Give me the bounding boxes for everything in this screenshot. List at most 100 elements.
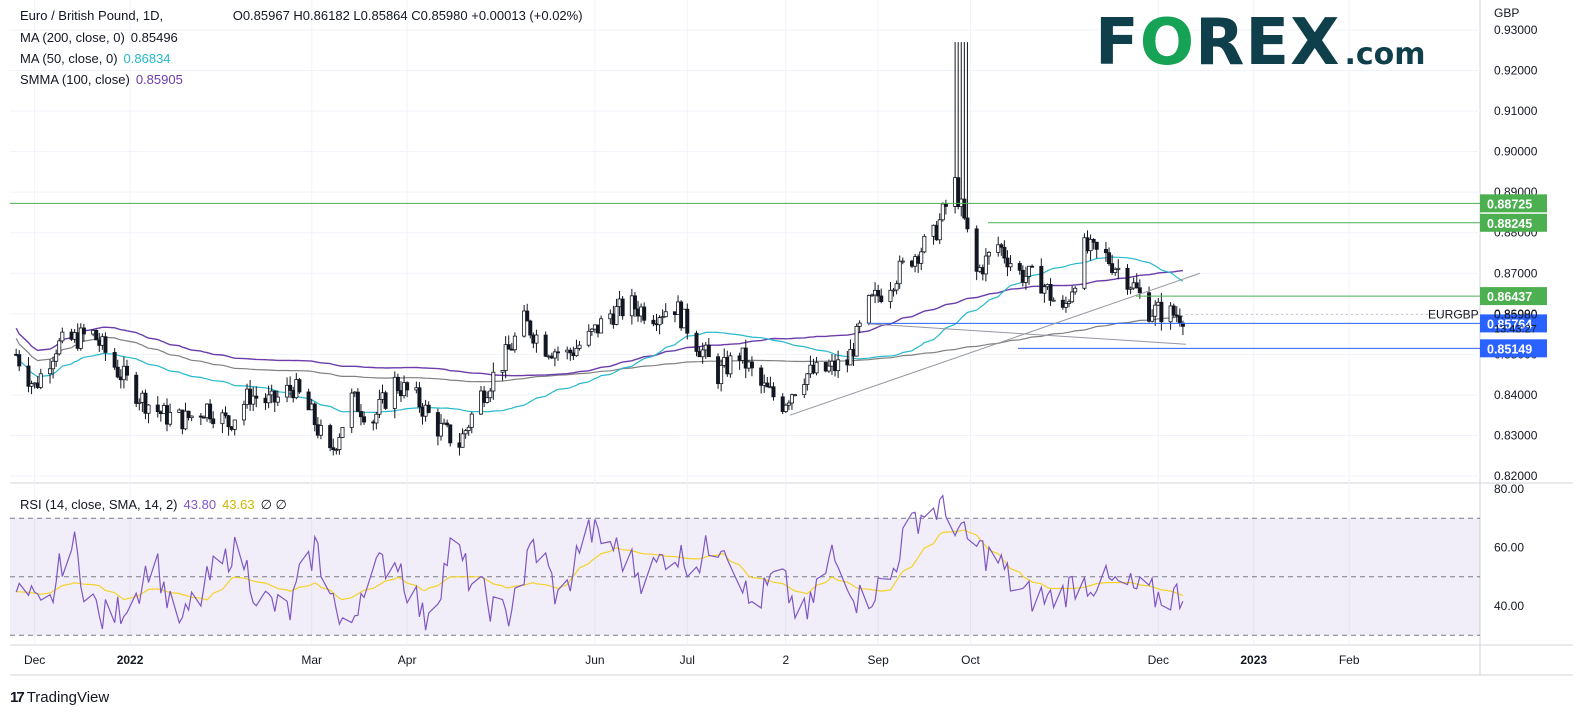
- candle-body: [1051, 299, 1056, 302]
- candle-body: [1063, 303, 1068, 308]
- smma-legend[interactable]: SMMA (100, close) 0.85905: [20, 72, 189, 87]
- time-tick-label: 2023: [1240, 653, 1267, 667]
- level-tag-label: 0.88245: [1487, 217, 1532, 231]
- candle-body: [651, 319, 656, 325]
- candle-body: [1177, 315, 1182, 324]
- candle: [854, 323, 859, 357]
- rsi-tick-label: 40.00: [1494, 599, 1524, 613]
- candle-body: [854, 325, 859, 357]
- candle-body: [223, 412, 228, 417]
- current-price-value: 0.85980: [1494, 308, 1538, 322]
- time-tick-label: Sep: [867, 653, 889, 667]
- price-tick-label: 0.90000: [1494, 145, 1538, 159]
- candle-body: [765, 382, 770, 388]
- candle-body: [405, 382, 410, 391]
- candle-body: [374, 413, 379, 424]
- candle-body: [826, 365, 831, 372]
- rsi-legend[interactable]: RSI (14, close, SMA, 14, 2) 43.80 43.63 ∅ ∅: [20, 497, 293, 513]
- candle-body: [728, 355, 733, 375]
- symbol-title[interactable]: Euro / British Pound, 1D,: [20, 8, 163, 23]
- rsi-tick-label: 60.00: [1494, 541, 1524, 555]
- candle-body: [318, 425, 323, 436]
- candle-body: [1073, 287, 1078, 293]
- candle-body: [463, 430, 468, 435]
- candle-body: [426, 404, 431, 413]
- candle-body: [1107, 252, 1112, 264]
- candle-body: [488, 390, 493, 399]
- candle-body: [340, 427, 345, 438]
- candle-body: [241, 404, 246, 421]
- candle-body: [377, 398, 382, 415]
- candle-body: [983, 255, 988, 275]
- rsi-extra: ∅ ∅: [260, 497, 287, 512]
- candle-body: [1171, 305, 1176, 316]
- tradingview-footer[interactable]: 17 TradingView: [10, 689, 109, 706]
- candle-body: [1150, 315, 1155, 322]
- candle-body: [962, 198, 967, 219]
- candle-body: [288, 384, 293, 391]
- candle-body: [1091, 238, 1096, 243]
- candle-body: [448, 424, 453, 444]
- candle: [340, 427, 345, 439]
- ma200-value: 0.85496: [130, 30, 178, 45]
- price-tick-label: 0.87000: [1494, 266, 1538, 280]
- candle-body: [417, 387, 422, 408]
- candle: [793, 393, 798, 397]
- candle-body: [337, 437, 342, 451]
- candle-body: [266, 394, 271, 404]
- chart-stage: GBP 0.93000 0.92000 0.91000 0.90000 0.89000 0.…: [0, 0, 1573, 721]
- candle-body: [876, 289, 881, 297]
- candle: [922, 234, 927, 254]
- candle-body: [134, 374, 139, 404]
- candle-body: [466, 426, 471, 431]
- candle-body: [599, 318, 604, 334]
- candle-body: [355, 391, 360, 412]
- candle-body: [94, 329, 99, 341]
- candle-body: [81, 327, 86, 335]
- candle-body: [749, 361, 754, 369]
- candle-body: [974, 228, 979, 272]
- candle-body: [534, 334, 539, 344]
- candle-body: [694, 332, 699, 352]
- candle: [866, 294, 871, 326]
- tradingview-logo-icon: 17: [10, 689, 25, 706]
- candle-body: [836, 359, 841, 372]
- candle-body: [937, 219, 942, 241]
- candle-body: [1017, 263, 1022, 271]
- logo-brand-left: F: [1095, 6, 1140, 80]
- candle: [620, 295, 625, 320]
- candle-body: [57, 340, 62, 355]
- candle-body: [528, 320, 533, 336]
- chart-svg: GBP0.930000.920000.910000.900000.890000.…: [0, 0, 1573, 721]
- candle-body: [168, 412, 173, 425]
- candle-body: [922, 235, 927, 253]
- candle-body: [802, 384, 807, 396]
- candle-body: [438, 423, 443, 437]
- candle-body: [943, 203, 948, 207]
- ma200-legend[interactable]: MA (200, close, 0) 0.85496: [20, 30, 184, 45]
- candle-body: [275, 396, 280, 403]
- current-price-countdown: 13:43:27: [1494, 324, 1537, 336]
- candle-body: [879, 295, 884, 303]
- ma50-legend[interactable]: MA (50, close, 0) 0.86834: [20, 51, 177, 66]
- candle-body: [685, 308, 690, 334]
- candle-body: [1153, 304, 1158, 317]
- time-tick-label: Dec: [24, 653, 45, 667]
- candle-body: [783, 404, 788, 412]
- candle-body: [312, 403, 317, 426]
- candle-body: [555, 351, 560, 354]
- candle-body: [888, 289, 893, 303]
- candle-body: [395, 376, 400, 391]
- ohlc-values: O0.85967 H0.86182 L0.85864 C0.85980 +0.0…: [232, 8, 583, 23]
- candle: [543, 331, 548, 358]
- price-tick-label: 0.82000: [1494, 469, 1538, 483]
- time-tick-label: Oct: [961, 653, 980, 667]
- candle-body: [1113, 268, 1118, 273]
- candle-body: [642, 306, 647, 321]
- candle-body: [719, 365, 724, 385]
- candle-body: [211, 418, 216, 425]
- candle-body: [543, 334, 548, 357]
- candle-body: [189, 415, 194, 419]
- candle-body: [115, 366, 120, 378]
- candle-body: [1134, 282, 1139, 289]
